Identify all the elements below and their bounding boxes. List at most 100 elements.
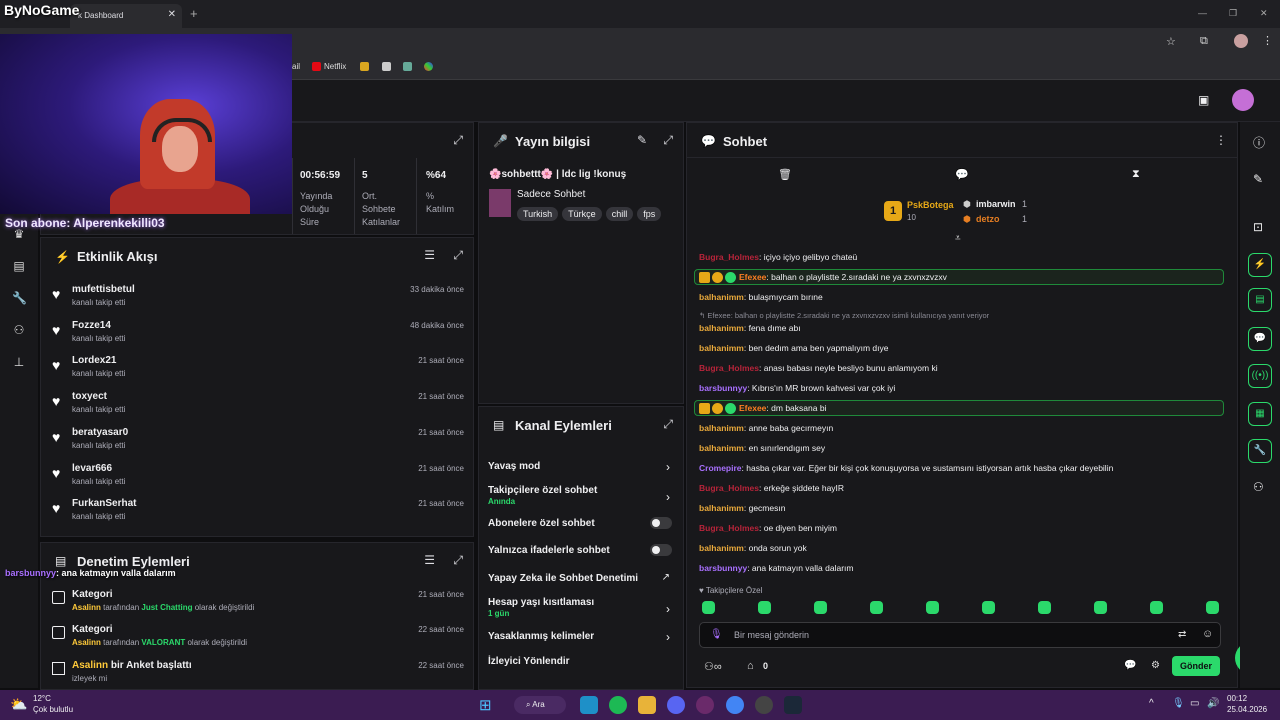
bookmark-icon-3[interactable] [403, 62, 415, 72]
app-icon-2[interactable] [696, 696, 714, 714]
chat-message[interactable]: Bugra_Holmes: içiyo içiyo gelibyo chateü [699, 252, 1224, 262]
close-window-icon[interactable]: ✕ [1260, 8, 1268, 19]
bookmark-mail[interactable]: ail [292, 62, 300, 71]
close-tab-icon[interactable]: ✕ [168, 9, 176, 20]
chat-username[interactable]: balhanimm [699, 423, 744, 433]
bookmark-icon-1[interactable] [360, 62, 372, 72]
start-icon[interactable]: ⊞ [479, 696, 492, 714]
hourglass-icon[interactable]: ⧗ [1132, 168, 1140, 181]
more-options-icon[interactable]: ⋮ [1215, 133, 1227, 147]
chat-username[interactable]: Bugra_Holmes [699, 483, 759, 493]
translate-icon[interactable]: ⇄ [1178, 629, 1186, 640]
emote-icon[interactable] [1038, 601, 1051, 614]
trash-icon[interactable]: 🗑 [778, 168, 792, 181]
minimize-icon[interactable]: — [1198, 8, 1207, 18]
edit-icon[interactable]: ✎ [637, 133, 647, 147]
tray-chevron-icon[interactable]: ^ [1149, 698, 1154, 709]
followers-only-row[interactable]: Takipçilere özel sohbet Anında › [488, 485, 674, 506]
banned-words-row[interactable]: Yasaklanmış kelimeler › [488, 630, 674, 644]
extensions-icon[interactable]: ⧉ [1200, 35, 1208, 48]
steam-icon[interactable] [784, 696, 802, 714]
content-icon[interactable]: ▤ [12, 259, 26, 273]
chat-message[interactable]: Efexee: dm baksana bi [699, 403, 1224, 415]
emote-icon[interactable] [702, 601, 715, 614]
info-icon[interactable]: ⓘ [1253, 134, 1265, 151]
quick-action-broadcast[interactable]: ((•)) [1248, 364, 1272, 388]
emote-icon[interactable] [758, 601, 771, 614]
chat-username[interactable]: Efexee [739, 403, 766, 413]
weather-icon[interactable]: ⛅ [10, 696, 27, 713]
add-action-icon[interactable]: ⚇ [1253, 480, 1264, 494]
chat-message[interactable]: Bugra_Holmes: anası babası neyle besliyo… [699, 363, 1224, 373]
chat-username[interactable]: balhanimm [699, 292, 744, 302]
chrome-icon[interactable] [726, 696, 744, 714]
emote-icon[interactable] [982, 601, 995, 614]
chat-username[interactable]: barsbunnyy [699, 383, 747, 393]
mic-tray-icon[interactable]: 🎙 [1172, 698, 1185, 709]
expand-icon[interactable]: ⤢ [663, 417, 673, 432]
activity-username[interactable]: mufettisbetul [72, 284, 135, 295]
edit-icon[interactable]: ✎ [1253, 172, 1263, 186]
automod-row[interactable]: Yapay Zeka ile Sohbet Denetimi ↗ [488, 572, 674, 584]
category-name[interactable]: Sadece Sohbet [517, 189, 585, 200]
chat-message[interactable]: balhanimm: anne baba gecırmeyın [699, 423, 1224, 433]
emote-icon[interactable] [926, 601, 939, 614]
emote-icon[interactable] [1206, 601, 1219, 614]
quick-action-chat[interactable]: 💬 [1248, 327, 1272, 351]
quick-action-wrench[interactable]: 🔧 [1248, 439, 1272, 463]
user-avatar[interactable] [1232, 89, 1254, 111]
search-button[interactable]: ⌕ Ara [514, 696, 566, 714]
chat-username[interactable]: barsbunnyy [699, 563, 747, 573]
chat-username[interactable]: Cromepire [699, 463, 742, 473]
chat-message[interactable]: Cromepire: hasba çıkar var. Eğer bir kiş… [699, 463, 1224, 473]
chat-message[interactable]: barsbunnyy: Kıbrıs'ın MR brown kahvesi v… [699, 383, 1224, 393]
chat-username[interactable]: balhanimm [699, 503, 744, 513]
bookmark-icon-4[interactable] [424, 62, 436, 72]
spotify-icon[interactable] [609, 696, 627, 714]
activity-username[interactable]: toxyect [72, 391, 107, 402]
filter-icon[interactable]: ☰ [424, 248, 435, 262]
browser-tab[interactable]: k Dashboard ✕ [70, 4, 182, 28]
extensions-icon[interactable]: ⊥ [12, 355, 26, 369]
star-icon[interactable]: ☆ [1166, 35, 1176, 48]
network-icon[interactable]: ▭ [1190, 698, 1199, 709]
chat-username[interactable]: balhanimm [699, 323, 744, 333]
filter-icon[interactable]: ☰ [424, 553, 435, 567]
activity-username[interactable]: FurkanSerhat [72, 498, 136, 509]
emote-icon[interactable] [814, 601, 827, 614]
profile-avatar[interactable] [1234, 34, 1248, 48]
folder-icon[interactable] [638, 696, 656, 714]
new-tab-button[interactable]: + [190, 6, 198, 21]
chat-username[interactable]: balhanimm [699, 443, 744, 453]
chat-message[interactable]: Bugra_Holmes: oe diyen ben miyim [699, 523, 1224, 533]
slow-mode-row[interactable]: Yavaş mod › [488, 460, 674, 474]
expand-icon[interactable]: ⤢ [453, 248, 463, 263]
expand-icon[interactable]: ⤢ [663, 133, 673, 148]
chat-username[interactable]: balhanimm [699, 543, 744, 553]
emote-only-toggle[interactable] [650, 544, 672, 556]
bookmark-netflix[interactable]: Netflix [312, 62, 346, 72]
chat-username[interactable]: Bugra_Holmes [699, 363, 759, 373]
send-button[interactable]: Gönder [1172, 656, 1220, 676]
chat-username[interactable]: balhanimm [699, 343, 744, 353]
chat-message[interactable]: balhanimm: ben dedım ama ben yapmalıyım … [699, 343, 1224, 353]
emote-icon[interactable] [870, 601, 883, 614]
chat-message[interactable]: balhanimm: onda sorun yok [699, 543, 1224, 553]
discord-icon[interactable] [667, 696, 685, 714]
subscribers-only-toggle[interactable] [650, 517, 672, 529]
chat-username[interactable]: Bugra_Holmes [699, 252, 759, 262]
activity-username[interactable]: beratyasar0 [72, 427, 128, 438]
expand-icon[interactable]: ⤢ [453, 553, 463, 568]
activity-username[interactable]: levar666 [72, 463, 112, 474]
stream-manager-icon[interactable]: ▣ [1198, 93, 1209, 107]
tag[interactable]: Turkish [517, 207, 559, 221]
community-icon[interactable]: ⚇ [12, 323, 26, 337]
account-age-row[interactable]: Hesap yaşı kısıtlaması 1 gün › [488, 597, 674, 618]
settings-icon[interactable]: ⚙ [1151, 660, 1160, 671]
maximize-icon[interactable]: ❐ [1229, 8, 1237, 19]
chat-message[interactable]: balhanimm: en sınırlendıgım sey [699, 443, 1224, 453]
emote-icon[interactable] [1094, 601, 1107, 614]
raid-row[interactable]: İzleyici Yönlendir [488, 656, 674, 667]
chat-message[interactable]: balhanimm: bulaşmıycam bırıne [699, 292, 1224, 302]
activity-username[interactable]: Lordex21 [72, 355, 116, 366]
